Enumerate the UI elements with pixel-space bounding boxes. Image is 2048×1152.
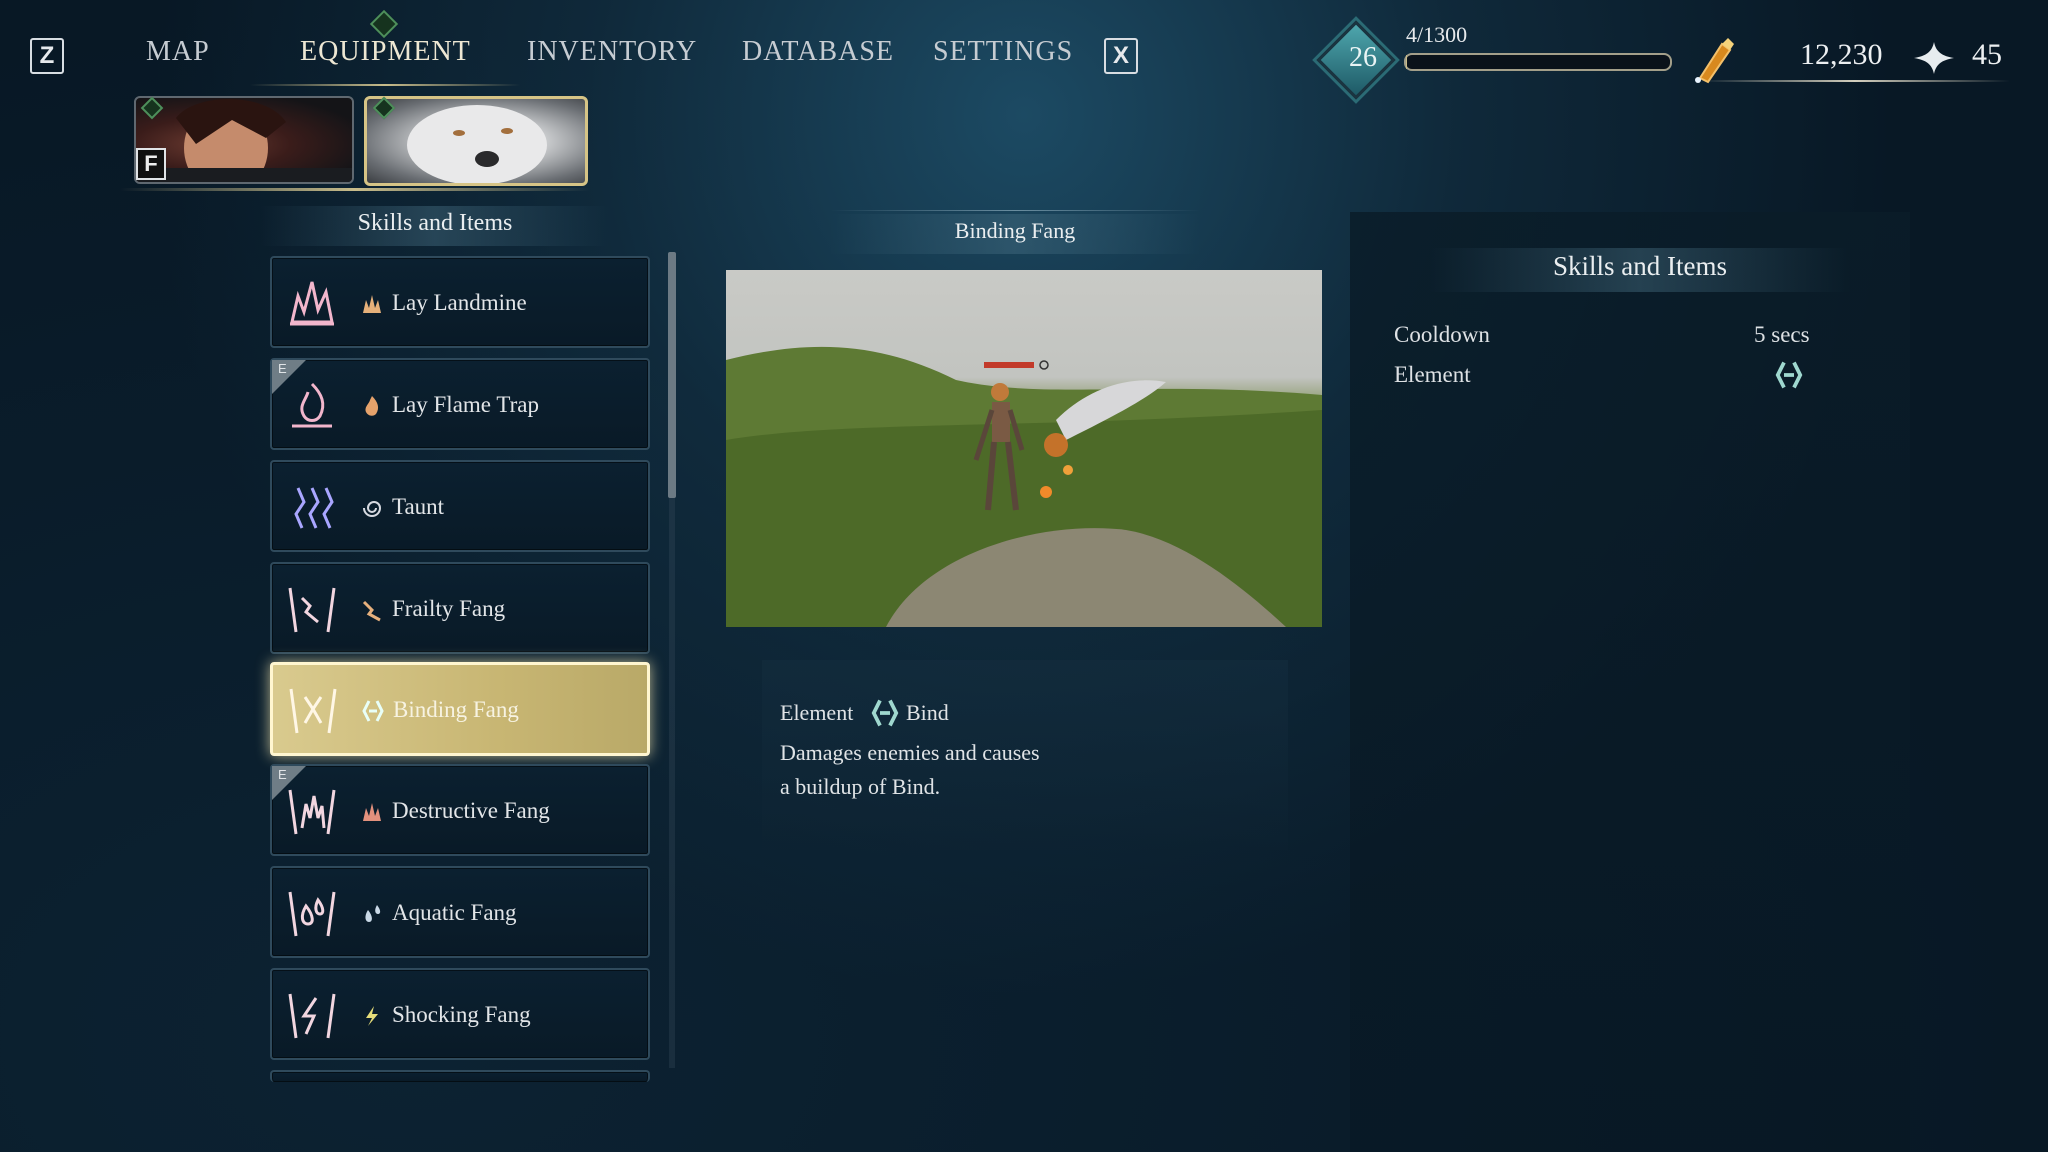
cooldown-label: Cooldown [1394,322,1490,347]
swirl-icon [363,501,382,517]
preview-header-line [830,210,1200,211]
skill-item-partial[interactable] [270,1070,650,1082]
nav-prev-key[interactable]: Z [30,38,64,74]
aquatic-fang-skill-icon [288,891,336,937]
shocking-fang-skill-icon [288,993,336,1039]
tab-inventory[interactable]: INVENTORY [527,36,697,68]
flame-trap-skill-icon [292,382,332,428]
xp-bar [1404,53,1672,71]
gold-amount: 12,230 [1800,38,1883,71]
scrollbar-track[interactable] [669,498,675,1068]
destructive-fang-skill-icon [288,789,336,835]
details-panel [1350,212,1910,1152]
equipped-tag-letter: E [278,767,287,782]
skill-label: Taunt [392,494,445,519]
skill-item-destructive-fang[interactable]: E Destructive Fang [270,764,650,856]
nav-next-key[interactable]: X [1104,38,1138,74]
skill-label: Frailty Fang [392,596,506,621]
element-label: Element [780,700,854,725]
preview-title: Binding Fang [954,218,1076,243]
tab-database[interactable]: DATABASE [742,36,894,68]
lightning-element-icon [366,1006,378,1026]
character-portrait-wolf[interactable] [364,96,588,186]
skill-item-frailty-fang[interactable]: Frailty Fang [270,562,650,654]
spirit-points-amount: 45 [1972,38,2002,71]
tab-map[interactable]: MAP [146,36,210,68]
skill-label: Binding Fang [393,697,519,722]
skill-item-lay-landmine[interactable]: Lay Landmine [270,256,650,348]
cooldown-value: 5 secs [1754,322,1810,347]
details-element-label: Element [1394,362,1471,387]
water-element-icon [365,905,381,922]
wolf-portrait-art [407,105,547,183]
gold-quill-icon [1695,38,1734,84]
active-tab-underline [250,84,520,86]
skill-label: Destructive Fang [392,798,550,823]
skill-label: Lay Flame Trap [392,392,539,417]
tab-equipment[interactable]: EQUIPMENT [300,36,471,68]
preview-scene-art [726,346,1322,627]
xp-text: 4/1300 [1406,22,1468,47]
destruction-element-icon [363,803,381,821]
tab-settings[interactable]: SETTINGS [933,36,1073,68]
skill-item-taunt[interactable]: Taunt [270,460,650,552]
description-line-1: Damages enemies and causes [780,740,1040,765]
explosion-element-icon [363,295,381,313]
binding-fang-skill-icon [289,688,337,734]
equipped-tag-letter: E [278,361,287,376]
level-value: 26 [1349,42,1377,73]
details-title: Skills and Items [1553,251,1727,281]
skill-item-lay-flame-trap[interactable]: E Lay Flame Trap [270,358,650,450]
bind-element-icon [871,699,899,727]
scrollbar-thumb[interactable] [668,252,676,498]
element-value: Bind [906,700,949,725]
human-portrait-art [136,98,352,182]
character-portrait-human[interactable] [134,96,354,184]
skill-item-binding-fang[interactable]: Binding Fang [270,662,650,756]
skill-item-aquatic-fang[interactable]: Aquatic Fang [270,866,650,958]
fire-element-icon [365,396,379,416]
skill-preview-video [726,270,1322,627]
portrait-base-line [120,188,590,191]
switch-character-key[interactable]: F [136,148,166,180]
frailty-fang-skill-icon [288,587,336,633]
skill-label: Shocking Fang [392,1002,531,1027]
bind-element-icon [362,700,384,722]
skill-label: Lay Landmine [392,290,527,315]
bind-element-icon [1775,361,1803,389]
skill-label: Aquatic Fang [392,900,517,925]
active-tab-marker-icon [369,9,399,39]
frailty-element-icon [362,600,381,622]
landmine-skill-icon [290,281,334,326]
taunt-skill-icon [294,487,334,529]
xp-bar-fill [1406,55,1407,69]
hud-divider [1700,80,2010,82]
description-line-2: a buildup of Bind. [780,774,941,799]
spirit-points-icon [1914,42,1954,74]
skills-list-title: Skills and Items [357,210,513,236]
skill-item-shocking-fang[interactable]: Shocking Fang [270,968,650,1060]
